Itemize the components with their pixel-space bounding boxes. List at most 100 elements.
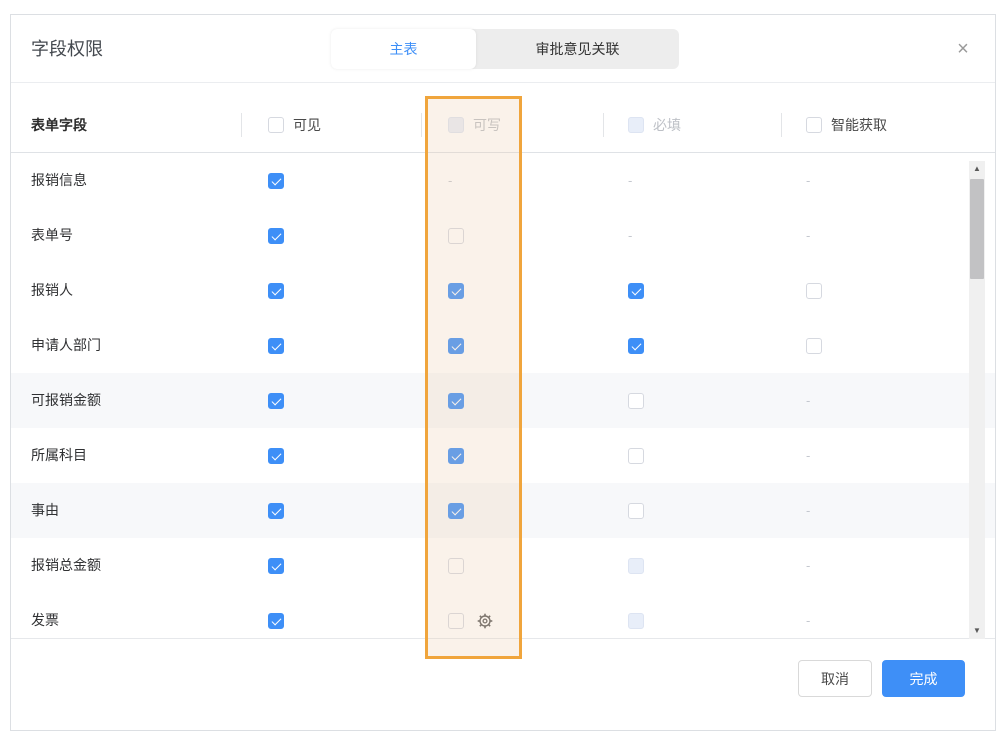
table-row: 所属科目 - [11, 428, 995, 483]
confirm-button[interactable]: 完成 [882, 660, 965, 697]
close-icon[interactable]: × [953, 39, 973, 59]
col-visible-checkbox[interactable] [268, 117, 284, 133]
column-header-label: 可见 [293, 115, 321, 135]
column-header-label: 必填 [653, 115, 681, 135]
visible-checkbox[interactable] [268, 228, 284, 244]
cell-visible [268, 318, 284, 373]
cell-visible [268, 428, 284, 483]
row-label: 报销人 [31, 263, 73, 318]
column-divider [241, 113, 242, 137]
column-header-label: 智能获取 [831, 115, 887, 135]
dialog-title: 字段权限 [31, 15, 103, 83]
table-row: 报销信息 - - - [11, 153, 995, 208]
required-dash: - [628, 228, 632, 243]
required-checkbox [628, 558, 644, 574]
cell-writable [448, 318, 464, 373]
table-row: 申请人部门 [11, 318, 995, 373]
column-header-label: 可写 [473, 115, 501, 135]
writable-checkbox[interactable] [448, 558, 464, 574]
table-row: 发票 - [11, 593, 995, 639]
visible-checkbox[interactable] [268, 613, 284, 629]
cell-writable [448, 538, 464, 593]
field-column-header: 表单字段 [31, 97, 87, 153]
cell-visible [268, 593, 284, 639]
table-header: 表单字段 可见 可写 必填 智能获取 [11, 97, 995, 153]
required-checkbox[interactable] [628, 503, 644, 519]
smart-fetch-checkbox[interactable] [806, 283, 822, 299]
visible-checkbox[interactable] [268, 173, 284, 189]
cell-smart-fetch: - [806, 428, 810, 483]
visible-checkbox[interactable] [268, 503, 284, 519]
cell-smart-fetch: - [806, 483, 810, 538]
row-label: 所属科目 [31, 428, 87, 483]
table-row: 报销总金额- [11, 538, 995, 593]
smart-fetch-checkbox[interactable] [806, 338, 822, 354]
cell-required [628, 538, 644, 593]
col-smart-fetch-checkbox[interactable] [806, 117, 822, 133]
cell-writable [448, 428, 464, 483]
writable-checkbox[interactable] [448, 613, 464, 629]
cell-writable [448, 593, 493, 639]
required-checkbox[interactable] [628, 283, 644, 299]
column-divider [421, 113, 422, 137]
cell-visible [268, 208, 284, 263]
required-checkbox[interactable] [628, 448, 644, 464]
cell-smart-fetch: - [806, 208, 810, 263]
required-checkbox[interactable] [628, 338, 644, 354]
visible-checkbox[interactable] [268, 393, 284, 409]
writable-checkbox[interactable] [448, 448, 464, 464]
writable-checkbox[interactable] [448, 338, 464, 354]
writable-checkbox[interactable] [448, 228, 464, 244]
cell-visible [268, 373, 284, 428]
scroll-up-icon[interactable]: ▲ [969, 161, 985, 177]
visible-checkbox[interactable] [268, 283, 284, 299]
cell-writable: - [448, 153, 452, 208]
tab-group: 主表 审批意见关联 [331, 29, 679, 69]
column-divider [603, 113, 604, 137]
writable-checkbox[interactable] [448, 283, 464, 299]
cell-visible [268, 263, 284, 318]
column-divider [781, 113, 782, 137]
cell-required [628, 428, 644, 483]
column-header-writable: 可写 [448, 97, 501, 153]
table-body: 报销信息---表单号--报销人申请人部门可报销金额-所属科目-事由-报销总金额-… [11, 153, 995, 639]
row-label: 发票 [31, 593, 59, 639]
smart-fetch-dash: - [806, 613, 810, 628]
scroll-down-icon[interactable]: ▼ [969, 623, 985, 639]
required-checkbox[interactable] [628, 393, 644, 409]
gear-icon[interactable] [477, 613, 493, 629]
row-label: 事由 [31, 483, 59, 538]
cell-smart-fetch: - [806, 153, 810, 208]
visible-checkbox[interactable] [268, 448, 284, 464]
cell-writable [448, 373, 464, 428]
tab-main-table[interactable]: 主表 [331, 29, 476, 69]
tab-approval-opinion[interactable]: 审批意见关联 [476, 29, 679, 69]
row-label: 可报销金额 [31, 373, 101, 428]
required-checkbox [628, 613, 644, 629]
cell-required: - [628, 208, 632, 263]
table-row: 表单号-- [11, 208, 995, 263]
smart-fetch-dash: - [806, 448, 810, 463]
visible-checkbox[interactable] [268, 338, 284, 354]
table-row: 报销人 [11, 263, 995, 318]
cell-writable [448, 483, 464, 538]
smart-fetch-dash: - [806, 503, 810, 518]
cell-required [628, 263, 644, 318]
required-dash: - [628, 173, 632, 188]
writable-checkbox[interactable] [448, 393, 464, 409]
cell-required [628, 593, 644, 639]
row-label: 报销总金额 [31, 538, 101, 593]
visible-checkbox[interactable] [268, 558, 284, 574]
row-label: 报销信息 [31, 153, 87, 208]
cell-visible [268, 153, 284, 208]
cancel-button[interactable]: 取消 [798, 660, 872, 697]
dialog-header: 字段权限 主表 审批意见关联 × [11, 15, 995, 83]
writable-checkbox[interactable] [448, 503, 464, 519]
col-writable-checkbox [448, 117, 464, 133]
cell-visible [268, 483, 284, 538]
column-header-required: 必填 [628, 97, 681, 153]
smart-fetch-dash: - [806, 228, 810, 243]
scrollbar-thumb[interactable] [970, 179, 984, 279]
column-header-smart-fetch: 智能获取 [806, 97, 887, 153]
scrollbar[interactable]: ▲ ▼ [969, 161, 985, 639]
